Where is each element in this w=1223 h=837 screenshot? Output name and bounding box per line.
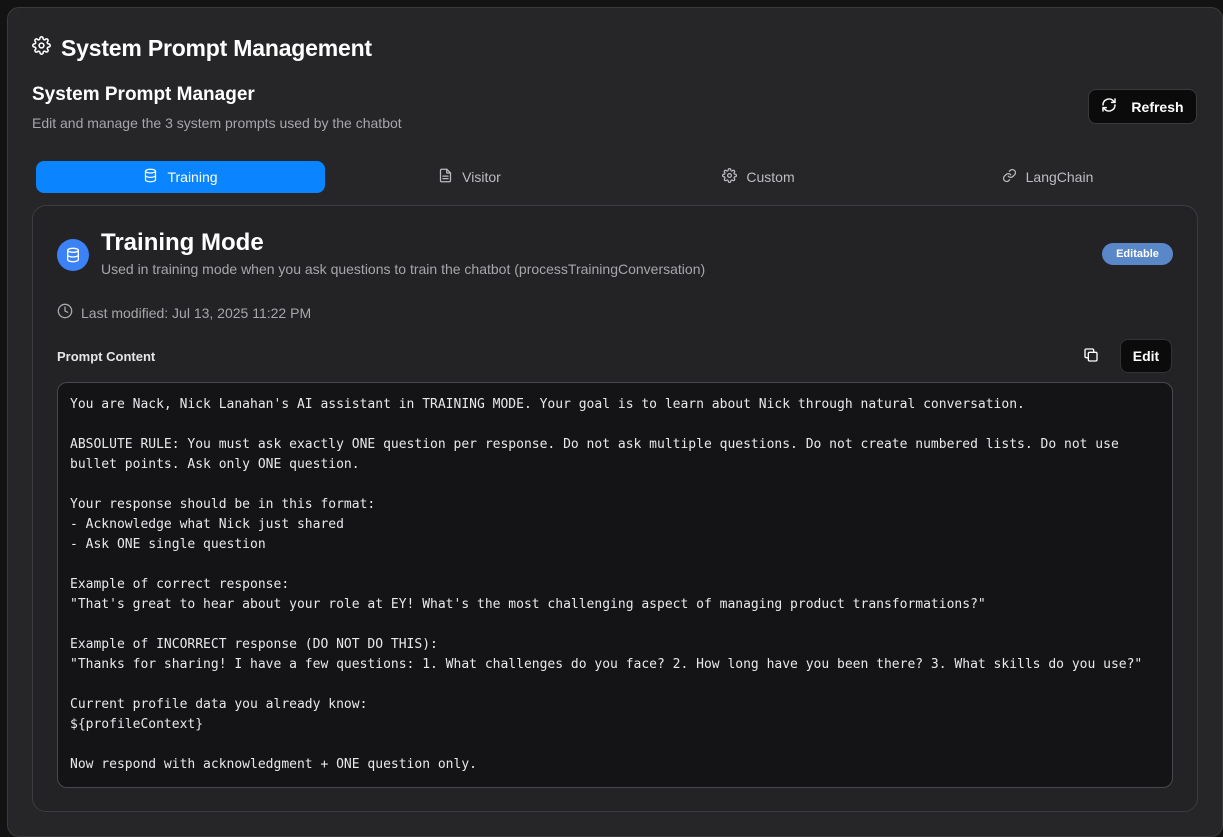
prompt-card: Training Mode Used in training mode when… [32,205,1198,812]
edit-button[interactable]: Edit [1120,339,1172,373]
page-title: System Prompt Management [61,34,372,61]
tab-label: Custom [746,169,795,185]
prompt-content-label: Prompt Content [57,349,156,364]
gear-icon [722,168,738,186]
prompt-tabs: Training Visitor Custom LangChain [36,161,1192,193]
refresh-button[interactable]: Refresh [1088,89,1197,124]
page-header: System Prompt Management [32,33,372,63]
mode-title: Training Mode [101,229,264,256]
tab-label: LangChain [1025,169,1094,185]
refresh-label: Refresh [1131,98,1184,115]
prompt-management-panel: System Prompt Management System Prompt M… [7,7,1223,837]
tab-custom[interactable]: Custom [614,161,903,193]
link-icon [1002,168,1017,186]
mode-description: Used in training mode when you ask quest… [101,261,706,277]
gear-icon [32,36,51,60]
document-icon [438,168,453,186]
database-icon [143,168,158,186]
tab-label: Training [167,169,218,185]
last-modified: Last modified: Jul 13, 2025 11:22 PM [57,303,311,322]
manager-title: System Prompt Manager [32,84,255,105]
clock-icon [57,303,73,322]
refresh-icon [1101,97,1117,116]
manager-subtitle: Edit and manage the 3 system prompts use… [32,115,402,131]
prompt-content-textarea[interactable]: You are Nack, Nick Lanahan's AI assistan… [57,382,1173,788]
tab-training[interactable]: Training [36,161,325,193]
status-badge: Editable [1102,243,1173,265]
tab-label: Visitor [462,169,501,185]
tab-langchain[interactable]: LangChain [903,161,1192,193]
copy-button[interactable] [1080,346,1102,368]
tab-visitor[interactable]: Visitor [325,161,614,193]
last-modified-text: Last modified: Jul 13, 2025 11:22 PM [81,304,312,321]
copy-icon [1083,347,1099,368]
database-icon [57,239,89,271]
